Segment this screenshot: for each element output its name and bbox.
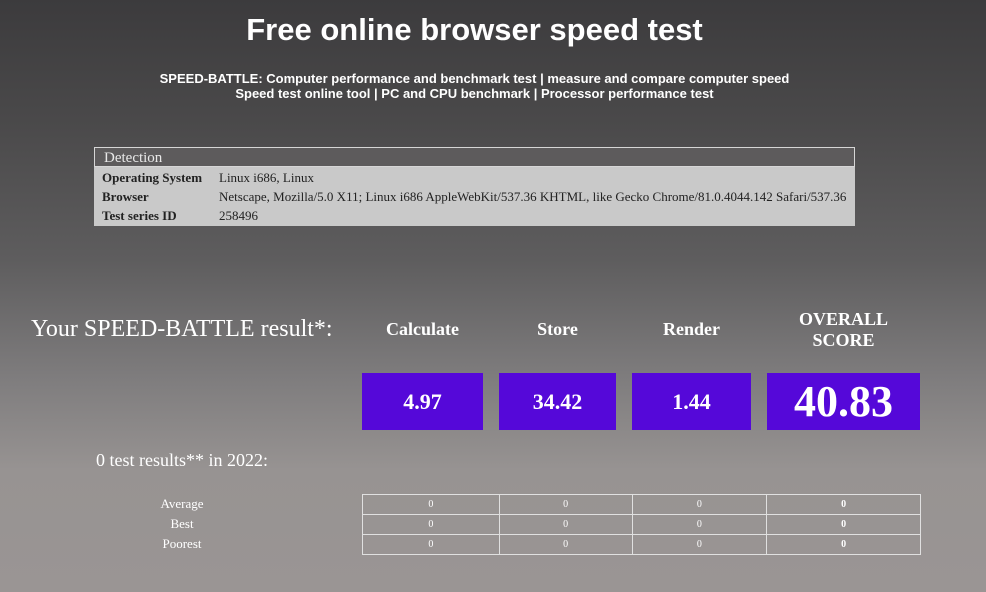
table-cell: 0	[766, 534, 921, 555]
stat-label-best: Best	[170, 516, 194, 531]
table-row: 0 0 0 0	[362, 494, 921, 515]
page-title: Free online browser speed test	[246, 12, 703, 47]
table-cell: 0	[631, 514, 768, 535]
overall-label-line1: OVERALL	[798, 309, 888, 329]
table-cell: 0	[498, 494, 633, 515]
score-calculate: 4.97	[362, 373, 483, 430]
score-store: 34.42	[499, 373, 616, 430]
table-cell: 0	[362, 514, 500, 535]
test-results-title: 0 test results** in 2022:	[96, 450, 268, 470]
table-row: 0 0 0 0	[362, 534, 921, 555]
detection-label: Test series ID	[102, 208, 177, 223]
page-subtitle-line1: SPEED-BATTLE: Computer performance and b…	[159, 71, 790, 86]
page-subtitle-line2: Speed test online tool | PC and CPU benc…	[235, 86, 714, 101]
stat-label-average: Average	[160, 496, 204, 511]
column-header-calculate: Calculate	[386, 319, 459, 339]
detection-panel: Detection Operating System Linux i686, L…	[94, 147, 855, 226]
score-render: 1.44	[632, 373, 751, 430]
detection-value: 258496	[219, 208, 258, 223]
table-cell: 0	[631, 494, 768, 515]
table-cell: 0	[362, 534, 500, 555]
score-overall: 40.83	[767, 373, 920, 430]
column-header-overall: OVERALL SCORE	[767, 309, 920, 351]
table-cell: 0	[631, 534, 768, 555]
table-cell: 0	[362, 494, 500, 515]
table-cell: 0	[498, 514, 633, 535]
detection-label: Browser	[102, 189, 149, 204]
table-row: 0 0 0 0	[362, 514, 921, 535]
column-header-store: Store	[537, 319, 578, 339]
result-title: Your SPEED-BATTLE result*:	[31, 316, 333, 342]
stat-label-poorest: Poorest	[162, 536, 202, 551]
column-header-render: Render	[663, 319, 720, 339]
overall-label-line2: SCORE	[812, 330, 875, 350]
test-results-table: 0 0 0 0 0 0 0 0 0 0 0 0	[362, 494, 921, 555]
detection-value: Netscape, Mozilla/5.0 X11; Linux i686 Ap…	[219, 189, 847, 204]
table-cell: 0	[766, 494, 921, 515]
detection-label: Operating System	[102, 170, 203, 185]
detection-value: Linux i686, Linux	[219, 170, 314, 185]
table-cell: 0	[498, 534, 633, 555]
table-cell: 0	[766, 514, 921, 535]
detection-heading: Detection	[94, 147, 855, 167]
